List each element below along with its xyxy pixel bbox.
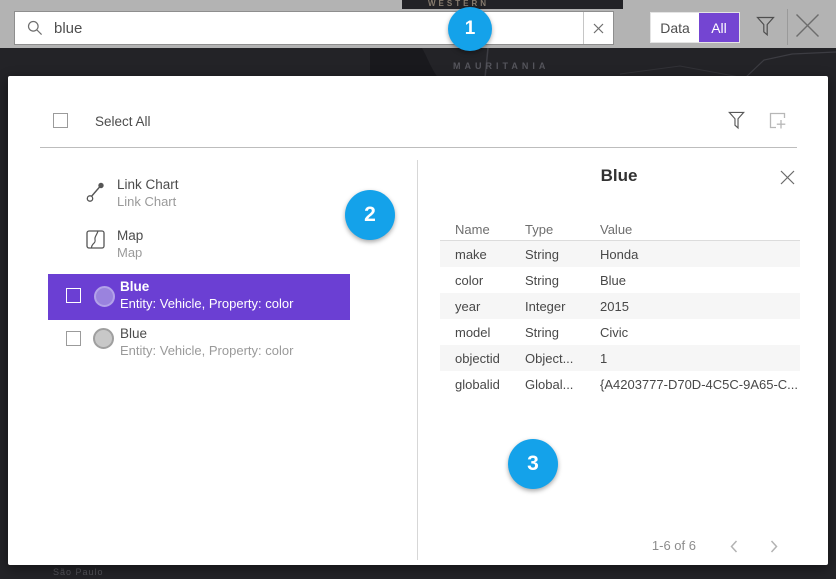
detail-title: Blue [418, 166, 820, 186]
attr-type: String [525, 325, 600, 340]
search-icon [15, 20, 43, 36]
result-item-link-chart[interactable]: Link Chart [117, 177, 179, 192]
filter-icon [756, 16, 775, 37]
detail-close-button[interactable] [776, 166, 798, 188]
search-input[interactable] [43, 19, 583, 38]
table-row: objectid Object... 1 [440, 345, 800, 371]
add-to-selection-icon [766, 109, 789, 132]
attr-name: objectid [455, 351, 525, 366]
result-item-blue-selected[interactable]: Blue Entity: Vehicle, Property: color [48, 274, 350, 320]
results-filter-button[interactable] [724, 108, 748, 132]
attr-name: model [455, 325, 525, 340]
toolbar-filter-button[interactable] [752, 13, 778, 39]
attr-value: Blue [600, 273, 800, 288]
entity-circle-icon [94, 286, 115, 307]
table-row: make String Honda [440, 241, 800, 267]
panel-header-divider [40, 147, 797, 148]
toggle-option-data[interactable]: Data [651, 13, 699, 42]
list-detail-divider [417, 160, 418, 560]
result-checkbox[interactable] [66, 331, 81, 346]
map-label-western: WESTERN [428, 0, 489, 8]
attr-value: Honda [600, 247, 800, 262]
toolbar-close-button[interactable] [793, 11, 821, 39]
table-row: year Integer 2015 [440, 293, 800, 319]
attr-value: 1 [600, 351, 800, 366]
search-box [14, 11, 614, 45]
annotation-callout-1: 1 [448, 7, 492, 51]
filter-icon [728, 111, 745, 130]
attr-value: {A4203777-D70D-4C5C-9A65-C... [600, 377, 800, 392]
attr-type: Global... [525, 377, 600, 392]
add-results-button[interactable] [764, 108, 790, 132]
attr-type: String [525, 247, 600, 262]
column-header-name: Name [455, 222, 525, 237]
annotation-callout-2: 2 [345, 190, 395, 240]
pagination-range-label: 1-6 of 6 [440, 538, 696, 553]
table-row: model String Civic [440, 319, 800, 345]
chevron-left-icon [730, 540, 738, 553]
attr-name: color [455, 273, 525, 288]
attr-value: 2015 [600, 299, 800, 314]
select-all-checkbox[interactable] [53, 113, 68, 128]
entity-circle-icon [93, 328, 114, 349]
attr-type: Object... [525, 351, 600, 366]
close-icon [780, 170, 795, 185]
next-page-button[interactable] [762, 536, 786, 556]
result-item-subtitle: Entity: Vehicle, Property: color [120, 296, 293, 311]
map-icon [86, 230, 105, 249]
previous-page-button[interactable] [722, 536, 746, 556]
attribute-table-header: Name Type Value [440, 218, 800, 241]
attr-type: String [525, 273, 600, 288]
table-row: color String Blue [440, 267, 800, 293]
attribute-table: Name Type Value make String Honda color … [440, 218, 800, 397]
map-label-city: São Paulo [53, 567, 104, 577]
toggle-option-all[interactable]: All [699, 13, 739, 42]
column-header-value: Value [600, 222, 800, 237]
result-item-map[interactable]: Map [117, 228, 143, 243]
result-item-blue-subtitle: Entity: Vehicle, Property: color [120, 343, 293, 358]
table-row: globalid Global... {A4203777-D70D-4C5C-9… [440, 371, 800, 397]
attr-name: year [455, 299, 525, 314]
close-icon [795, 13, 820, 38]
search-results-dialog: Select All Link Chart Link Chart Map Map… [8, 76, 828, 565]
map-label-western-strip: WESTERN [402, 0, 623, 9]
attr-type: Integer [525, 299, 600, 314]
attr-name: globalid [455, 377, 525, 392]
select-all-label: Select All [95, 114, 151, 129]
result-item-title: Blue [120, 279, 149, 294]
annotation-callout-3: 3 [508, 439, 558, 489]
result-item-blue[interactable]: Blue [120, 326, 147, 341]
clear-icon [593, 23, 604, 34]
attr-value: Civic [600, 325, 800, 340]
clear-search-button[interactable] [583, 12, 613, 44]
map-label-mauritania: MAURITANIA [453, 61, 549, 71]
toolbar-divider [787, 9, 788, 45]
chevron-right-icon [770, 540, 778, 553]
attr-name: make [455, 247, 525, 262]
result-item-map-subtitle: Map [117, 245, 142, 260]
result-item-link-chart-subtitle: Link Chart [117, 194, 176, 209]
column-header-type: Type [525, 222, 600, 237]
scope-toggle: Data All [650, 12, 740, 43]
link-chart-icon [86, 181, 106, 203]
result-checkbox[interactable] [66, 288, 81, 303]
